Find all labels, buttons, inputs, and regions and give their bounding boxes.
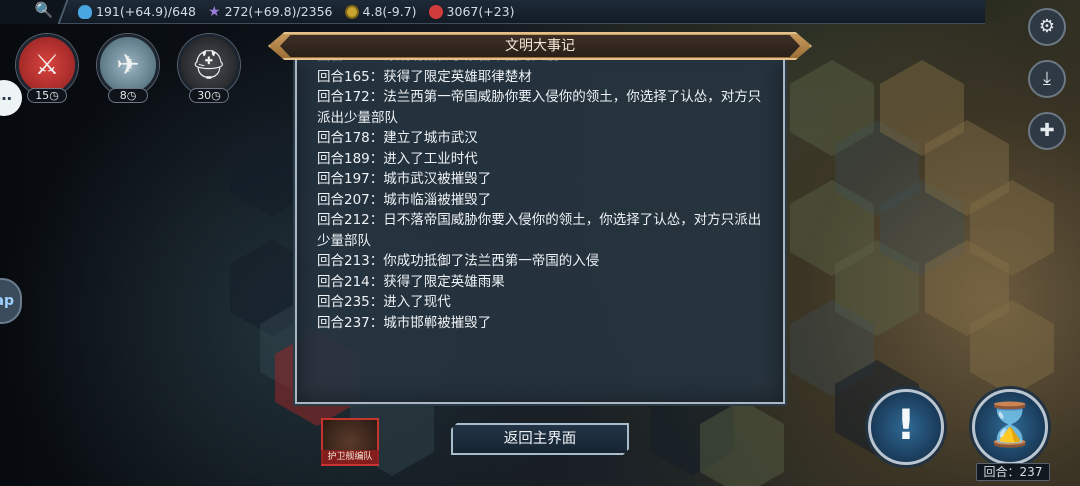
gear-icon: ⚙ [1038,16,1056,37]
culture-stat[interactable]: ★ 272(+69.8)/2356 [208,4,333,19]
event-item: 回合178：建立了城市武汉 [317,130,478,146]
tag-add-button[interactable]: ✚ [1028,112,1066,150]
event-item: 回合165：获得了限定英雄耶律楚材 [317,68,532,85]
culture-star-icon: ★ [208,3,221,20]
search-button[interactable]: 🔍 [0,0,69,24]
alert-button[interactable]: ! [868,389,944,465]
event-item: 回合172：法兰西第一帝国威胁你要入侵你的领土，你选择了认怂，对方只派出少量部队 [317,89,762,126]
settings-button[interactable]: ⚙ [1028,8,1066,46]
event-item: 回合213：你成功抵御了法兰西第一帝国的入侵 [317,253,600,269]
hero-swords-cooldown: 15◷ [27,88,67,103]
download-button[interactable]: ⤓ [1028,60,1066,98]
end-turn-button[interactable]: ⌛ [972,389,1048,465]
turn-counter: 回合：237 [976,463,1050,481]
hero-knight-cooldown: 30◷ [189,88,229,103]
hero-swords[interactable]: ⚔ [16,34,78,96]
biplane-icon: ✈ [116,48,140,81]
event-item: 回合212：日不落帝国威胁你要入侵你的领土，你选择了认怂，对方只派出少量部队 [317,212,762,249]
science-flask-icon [78,4,92,19]
tag-plus-icon: ✚ [1039,120,1055,141]
chronicle-dialog: 回合164：你成功抵御了蒙古帝国的入侵 回合165：获得了限定英雄耶律楚材 回合… [295,44,785,404]
hero-biplane[interactable]: ✈ [97,34,159,96]
dialog-title: 文明大事记 [280,35,800,57]
crossed-swords-icon: ⚔ [34,48,60,81]
search-icon: 🔍 [34,0,54,19]
alarm-stat[interactable]: 3067(+23) [428,4,515,19]
resource-bar: 🔍 191(+64.9)/648 ★ 272(+69.8)/2356 4.8(-… [0,0,985,24]
science-value: 191(+64.9)/648 [96,4,196,19]
hero-biplane-cooldown: 8◷ [108,88,148,103]
culture-value: 272(+69.8)/2356 [224,4,333,19]
hero-knight[interactable]: ⛑ [178,34,240,96]
exclamation-icon: ! [896,400,916,449]
download-tray-icon: ⤓ [1043,68,1051,89]
alarm-clock-icon [428,4,443,19]
alarm-value: 3067(+23) [446,4,515,19]
event-item: 回合197：城市武汉被摧毁了 [317,171,492,187]
science-stat[interactable]: 191(+64.9)/648 [78,4,196,19]
hourglass-icon: ⌛ [983,400,1037,449]
gold-stat[interactable]: 4.8(-9.7) [344,4,417,19]
event-item: 回合207：城市临淄被摧毁了 [317,191,492,208]
return-main-menu-button[interactable]: 返回主界面 [451,423,629,455]
event-list[interactable]: 回合164：你成功抵御了蒙古帝国的入侵 回合165：获得了限定英雄耶律楚材 回合… [317,48,767,333]
event-item: 回合189：进入了工业时代 [317,150,478,167]
event-item: 回合214：获得了限定英雄雨果 [317,273,505,290]
knight-helmet-icon: ⛑ [191,48,227,81]
gold-value: 4.8(-9.7) [362,4,417,19]
guard-fleet-label: 护卫舰编队 [321,450,379,464]
gold-coin-icon [344,4,359,19]
event-item: 回合237：城市邯郸被摧毁了 [317,314,492,331]
event-item: 回合235：进入了现代 [317,294,451,310]
